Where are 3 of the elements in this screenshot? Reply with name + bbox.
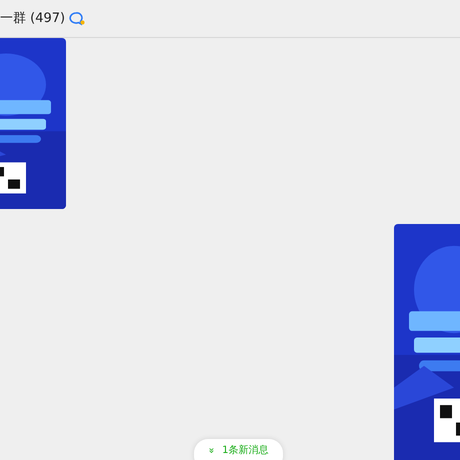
new-messages-button[interactable]: » 1条新消息 — [194, 439, 282, 460]
chat-title: 一群 (497) — [0, 10, 66, 28]
chat-bubble-icon[interactable] — [69, 12, 86, 26]
